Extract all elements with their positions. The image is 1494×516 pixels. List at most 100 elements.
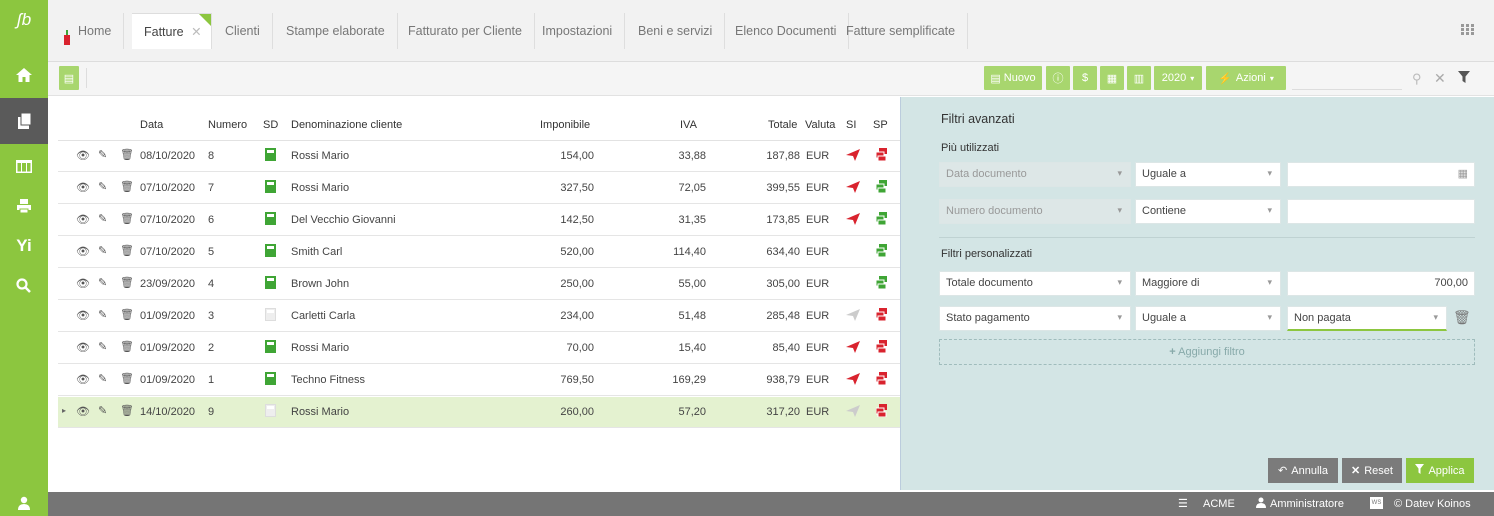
apps-grid-icon[interactable] [1461, 24, 1474, 38]
tab-fatture[interactable]: Fatture ✕ [132, 13, 212, 49]
eye-icon[interactable]: 👁 [76, 213, 90, 226]
send-icon[interactable] [846, 149, 860, 164]
eye-icon[interactable]: 👁 [76, 309, 90, 322]
table-row[interactable]: 👁 ✎ 🗑 01/09/2020 2 Rossi Mario 70,00 15,… [58, 333, 900, 364]
table-row[interactable]: 👁 ✎ 🗑 07/10/2020 5 Smith Carl 520,00 114… [58, 237, 900, 268]
sd-document-icon[interactable] [265, 308, 276, 324]
sd-document-icon[interactable] [265, 180, 276, 196]
col-header-sd[interactable]: SD [263, 119, 278, 131]
eye-icon[interactable]: 👁 [76, 277, 90, 290]
trash-icon[interactable]: 🗑 [120, 372, 134, 385]
payment-icon[interactable] [875, 212, 887, 228]
pencil-icon[interactable]: ✎ [98, 244, 107, 257]
year-dropdown[interactable]: 2020 ▾ [1154, 66, 1202, 90]
table-row[interactable]: ▸ 👁 ✎ 🗑 14/10/2020 9 Rossi Mario 260,00 … [58, 397, 900, 428]
app-logo[interactable]: ʃb [0, 0, 48, 40]
sd-document-icon[interactable] [265, 276, 276, 292]
eye-icon[interactable]: 👁 [76, 405, 90, 418]
eye-icon[interactable]: 👁 [76, 341, 90, 354]
filter-field-select[interactable]: Data documento ▾ [939, 162, 1131, 187]
sd-document-icon[interactable] [265, 372, 276, 388]
actions-dropdown[interactable]: ⚡ Azioni ▾ [1206, 66, 1286, 90]
filter-field-select[interactable]: Totale documento ▾ [939, 271, 1131, 296]
pencil-icon[interactable]: ✎ [98, 308, 107, 321]
eye-icon[interactable]: 👁 [76, 149, 90, 162]
info-button[interactable]: ⓘ [1046, 66, 1070, 90]
apply-button[interactable]: Applica [1406, 458, 1474, 483]
payment-icon[interactable] [875, 244, 887, 260]
col-header-cliente[interactable]: Denominazione cliente [291, 119, 402, 131]
tab-home[interactable]: Home [56, 13, 125, 49]
user-name[interactable]: Amministratore [1270, 498, 1344, 510]
tab-elenco-documenti[interactable]: Elenco Documenti [723, 13, 850, 49]
currency-button[interactable]: $ [1073, 66, 1097, 90]
pencil-icon[interactable]: ✎ [98, 404, 107, 417]
table-row[interactable]: 👁 ✎ 🗑 23/09/2020 4 Brown John 250,00 55,… [58, 269, 900, 300]
trash-icon[interactable]: 🗑 [120, 340, 134, 353]
send-icon[interactable] [846, 309, 860, 324]
send-icon[interactable] [846, 213, 860, 228]
row-expand-icon[interactable]: ▸ [62, 406, 66, 415]
close-icon[interactable]: ✕ [191, 25, 201, 39]
search-icon[interactable]: ⚲ [1412, 71, 1422, 87]
pencil-icon[interactable]: ✎ [98, 372, 107, 385]
table-icon[interactable] [0, 146, 48, 186]
tab-impostazioni[interactable]: Impostazioni [530, 13, 626, 49]
payment-icon[interactable] [875, 372, 887, 388]
sd-document-icon[interactable] [265, 148, 276, 164]
cancel-button[interactable]: ↶ Annulla [1268, 458, 1338, 483]
pencil-icon[interactable]: ✎ [98, 340, 107, 353]
tab-fatturato-per-cliente[interactable]: Fatturato per Cliente [396, 13, 535, 49]
trash-icon[interactable]: 🗑 [120, 404, 134, 417]
send-icon[interactable] [846, 181, 860, 196]
filter-op-select[interactable]: Maggiore di ▾ [1135, 271, 1281, 296]
grid-button[interactable]: ▦ [1100, 66, 1124, 90]
col-header-data[interactable]: Data [140, 119, 163, 131]
pencil-icon[interactable]: ✎ [98, 180, 107, 193]
send-icon[interactable] [846, 405, 860, 420]
trash-icon[interactable]: 🗑 [120, 148, 134, 161]
eye-icon[interactable]: 👁 [76, 245, 90, 258]
payment-icon[interactable] [875, 404, 887, 420]
tab-beni-e-servizi[interactable]: Beni e servizi [626, 13, 726, 49]
sd-document-icon[interactable] [265, 340, 276, 356]
pencil-icon[interactable]: ✎ [98, 276, 107, 289]
col-header-numero[interactable]: Numero [208, 119, 247, 131]
tab-stampe-elaborate[interactable]: Stampe elaborate [274, 13, 398, 49]
company-name[interactable]: ACME [1203, 498, 1235, 510]
table-row[interactable]: 👁 ✎ 🗑 01/09/2020 1 Techno Fitness 769,50… [58, 365, 900, 396]
send-icon[interactable] [846, 341, 860, 356]
printer-icon[interactable] [0, 186, 48, 226]
table-row[interactable]: 👁 ✎ 🗑 01/09/2020 3 Carletti Carla 234,00… [58, 301, 900, 332]
table-row[interactable]: 👁 ✎ 🗑 07/10/2020 6 Del Vecchio Giovanni … [58, 205, 900, 236]
col-header-sp[interactable]: SP [873, 119, 888, 131]
col-header-imponibile[interactable]: Imponibile [540, 119, 590, 131]
filter-op-select[interactable]: Uguale a ▾ [1135, 306, 1281, 331]
layout-button[interactable]: ▥ [1127, 66, 1151, 90]
trash-icon[interactable]: 🗑 [120, 276, 134, 289]
payment-icon[interactable] [875, 276, 887, 292]
pencil-icon[interactable]: ✎ [98, 148, 107, 161]
payment-icon[interactable] [875, 340, 887, 356]
add-filter-button[interactable]: + Aggiungi filtro [939, 339, 1475, 365]
number-value-input[interactable] [1287, 199, 1475, 224]
send-icon[interactable] [846, 373, 860, 388]
payment-icon[interactable] [875, 308, 887, 324]
payment-status-select[interactable]: Non pagata ▾ [1287, 306, 1447, 331]
col-header-totale[interactable]: Totale [768, 119, 797, 131]
sd-document-icon[interactable] [265, 212, 276, 228]
table-row[interactable]: 👁 ✎ 🗑 07/10/2020 7 Rossi Mario 327,50 72… [58, 173, 900, 204]
export-button[interactable]: ▤ [59, 66, 79, 90]
tab-clienti[interactable]: Clienti [213, 13, 273, 49]
clear-icon[interactable]: ✕ [1434, 70, 1446, 87]
tools-icon[interactable]: Yi [0, 226, 48, 266]
filter-op-select[interactable]: Contiene ▾ [1135, 199, 1281, 224]
trash-icon[interactable]: 🗑 [120, 244, 134, 257]
trash-icon[interactable]: 🗑 [1453, 309, 1471, 326]
trash-icon[interactable]: 🗑 [120, 308, 134, 321]
payment-icon[interactable] [875, 180, 887, 196]
eye-icon[interactable]: 👁 [76, 181, 90, 194]
trash-icon[interactable]: 🗑 [120, 180, 134, 193]
pencil-icon[interactable]: ✎ [98, 212, 107, 225]
col-header-si[interactable]: SI [846, 119, 856, 131]
